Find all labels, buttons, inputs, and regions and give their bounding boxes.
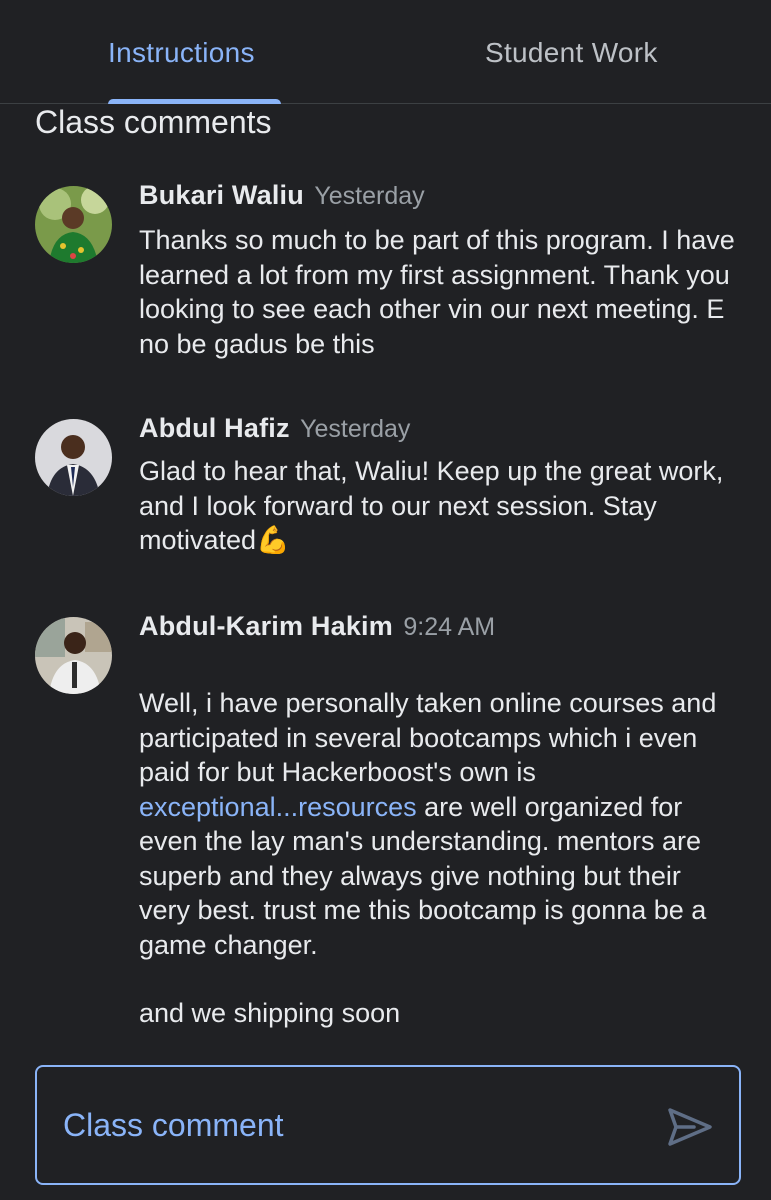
comment-time: Yesterday [314,182,425,210]
comment-author: Abdul Hafiz [139,413,290,443]
send-icon[interactable] [667,1104,713,1150]
comment-time: 9:24 AM [403,613,496,641]
comment-text: Glad to hear that, Waliu! Keep up the gr… [139,454,739,558]
comment-author: Bukari Waliu [139,180,304,210]
tab-student-work[interactable]: Student Work [485,36,658,70]
comment-time: Yesterday [300,415,411,443]
comment-text: Thanks so much to be part of this progra… [139,225,743,359]
avatar[interactable] [35,186,112,263]
comment-header: Abdul Hafiz Yesterday [139,413,410,444]
avatar[interactable] [35,419,112,496]
flexed-biceps-emoji: 💪 [256,525,290,555]
class-comment-placeholder[interactable]: Class comment [63,1105,284,1145]
comment-text-content: Glad to hear that, Waliu! Keep up the gr… [139,456,731,555]
tab-bar: Instructions Student Work [0,0,771,104]
comment-text-closing: and we shipping soon [139,998,401,1028]
class-comment-input[interactable]: Class comment [35,1065,741,1185]
comment-header: Bukari Waliu Yesterday [139,180,425,211]
comment-link[interactable]: exceptional...resources [139,792,417,822]
comment-text: Well, i have personally taken online cou… [139,686,739,962]
avatar[interactable] [35,617,112,694]
comment-text-before-link: Well, i have personally taken online cou… [139,688,724,787]
section-title: Class comments [35,104,272,140]
comment-header: Abdul-Karim Hakim 9:24 AM [139,611,495,642]
comment-author: Abdul-Karim Hakim [139,611,393,641]
tab-instructions[interactable]: Instructions [108,36,255,70]
